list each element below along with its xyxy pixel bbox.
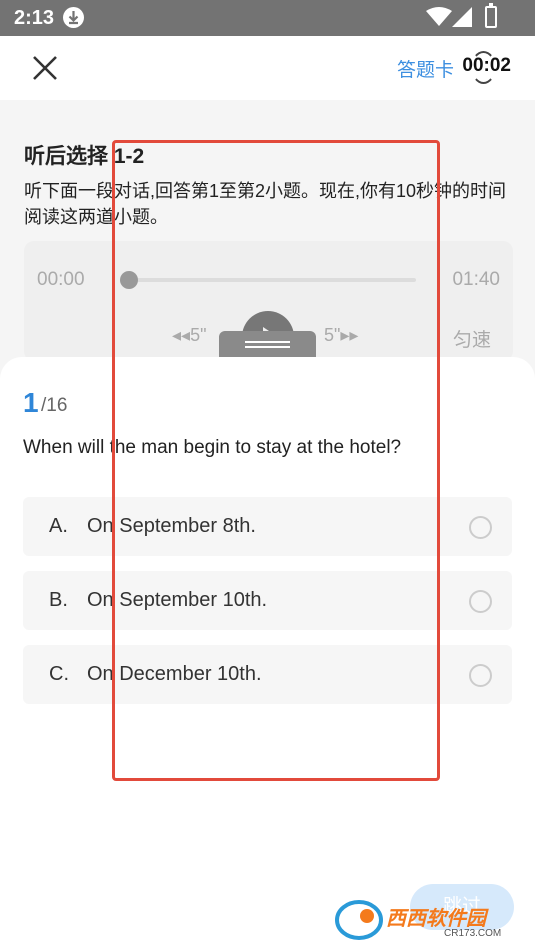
status-bar: 2:13	[0, 0, 535, 36]
battery-icon	[485, 3, 497, 28]
option-b[interactable]: B. On September 10th.	[23, 571, 512, 630]
progress-slider[interactable]	[120, 271, 416, 289]
option-letter: C.	[49, 663, 69, 685]
option-text: On December 10th.	[87, 663, 262, 685]
radio-icon[interactable]	[469, 516, 492, 539]
option-text: On September 8th.	[87, 515, 256, 537]
download-icon	[63, 7, 84, 28]
close-icon[interactable]	[28, 51, 62, 85]
question-number: 1	[23, 387, 39, 418]
option-letter: B.	[49, 589, 68, 611]
section-title: 听后选择 1-2	[24, 145, 145, 168]
watermark-logo: 西西软件园	[386, 908, 486, 930]
timer: 00:02	[462, 55, 511, 76]
option-c[interactable]: C. On December 10th.	[23, 645, 512, 704]
watermark: 西西软件园 CR173.COM	[334, 896, 524, 946]
status-time: 2:13	[14, 7, 55, 29]
watermark-site: CR173.COM	[444, 928, 502, 939]
rewind-5s-button[interactable]: ◂◂5"	[172, 325, 206, 346]
option-letter: A.	[49, 515, 68, 537]
option-a[interactable]: A. On September 8th.	[23, 497, 512, 556]
speed-button[interactable]: 匀速	[453, 325, 491, 352]
option-text: On September 10th.	[87, 589, 268, 611]
forward-5s-button[interactable]: 5"▸▸	[324, 325, 358, 346]
instruction-text: 听下面一段对话,回答第1至第2小题。现在,你有10秒钟的时间阅读这两道小题。	[24, 181, 507, 227]
signal-icon	[452, 7, 472, 27]
sheet-drag-handle[interactable]	[219, 331, 316, 357]
watermark-logo-icon	[335, 900, 383, 940]
radio-icon[interactable]	[469, 664, 492, 687]
radio-icon[interactable]	[469, 590, 492, 613]
elapsed-time: 00:00	[37, 269, 85, 290]
question-text: When will the man begin to stay at the h…	[23, 437, 402, 458]
progress-knob[interactable]	[120, 271, 138, 289]
wifi-icon	[426, 7, 452, 26]
question-total: /16	[41, 395, 68, 416]
top-bar: 答题卡 00:02	[0, 36, 535, 100]
question-sheet: 1 /16 When will the man begin to stay at…	[0, 357, 535, 951]
total-time: 01:40	[452, 269, 500, 290]
answer-card-button[interactable]: 答题卡	[397, 55, 454, 82]
